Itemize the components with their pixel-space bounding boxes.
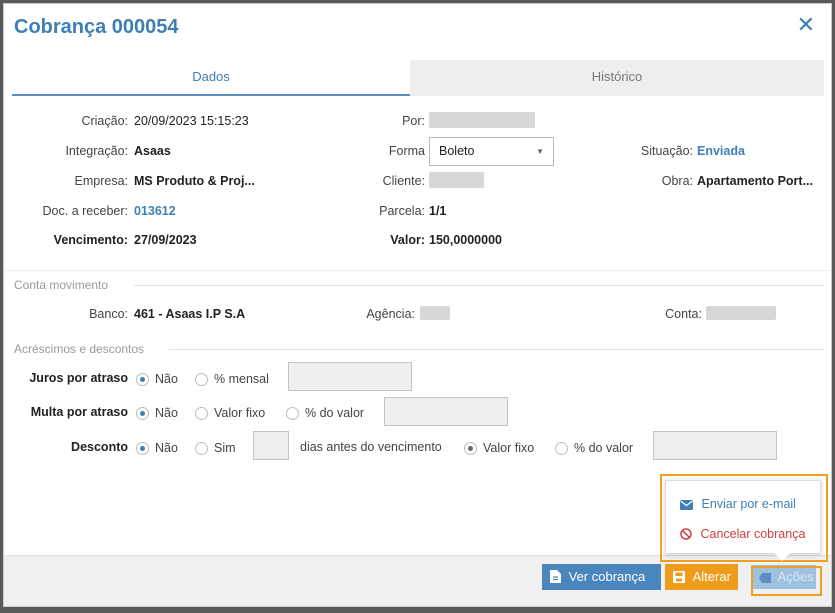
chevron-down-icon: ▼ — [536, 147, 544, 156]
ban-icon — [680, 527, 695, 541]
valor-value: 150,0000000 — [429, 233, 502, 247]
doc-receber-link[interactable]: 013612 — [134, 204, 176, 218]
dias-input[interactable] — [253, 431, 289, 460]
section-divider — [169, 349, 824, 350]
acoes-highlight-box — [751, 566, 822, 596]
desconto-label: Desconto — [71, 440, 128, 454]
integracao-label: Integração: — [65, 144, 128, 158]
enviar-email-label: Enviar por e-mail — [701, 497, 796, 511]
multa-valor-fixo-radio[interactable] — [195, 407, 208, 420]
juros-nao-radio[interactable] — [136, 373, 149, 386]
menu-item-cancelar-cobranca[interactable]: Cancelar cobrança — [680, 527, 805, 541]
agencia-label: Agência: — [366, 307, 415, 321]
envelope-icon — [680, 497, 696, 511]
juros-label: Juros por atraso — [29, 371, 128, 385]
desconto-valor-fixo-label: Valor fixo — [483, 441, 535, 455]
close-icon[interactable]: ✕ — [797, 14, 815, 36]
section-divider — [134, 285, 824, 286]
agencia-value-redacted — [420, 306, 450, 320]
empresa-label: Empresa: — [74, 174, 129, 188]
juros-mensal-radio[interactable] — [195, 373, 208, 386]
juros-input[interactable] — [288, 362, 412, 391]
multa-nao-label: Não — [155, 406, 178, 420]
desconto-valor-fixo-radio[interactable] — [464, 442, 477, 455]
acoes-dropdown-menu: Enviar por e-mail Cancelar cobrança — [665, 480, 821, 554]
por-label: Por: — [402, 114, 425, 128]
desconto-input[interactable] — [653, 431, 777, 460]
desconto-nao-radio[interactable] — [136, 442, 149, 455]
criacao-value: 20/09/2023 15:15:23 — [134, 114, 249, 128]
menu-item-enviar-email[interactable]: Enviar por e-mail — [680, 497, 796, 511]
multa-percent-radio[interactable] — [286, 407, 299, 420]
save-icon — [673, 569, 689, 584]
situacao-label: Situação: — [640, 144, 693, 158]
dias-antes-label: dias antes do vencimento — [300, 440, 442, 454]
banco-label: Banco: — [89, 307, 128, 321]
divider — [4, 270, 831, 271]
desconto-percent-label: % do valor — [574, 441, 634, 455]
acrescimos-heading: Acréscimos e descontos — [14, 342, 145, 356]
multa-valor-fixo-label: Valor fixo — [214, 406, 266, 420]
ver-cobranca-button[interactable]: Ver cobrança — [542, 564, 661, 590]
situacao-value: Enviada — [697, 144, 745, 158]
menu-pointer-arrow — [773, 552, 791, 561]
dialog-title: Cobrança 000054 — [14, 16, 179, 38]
por-value-redacted — [429, 112, 535, 128]
desconto-percent-radio[interactable] — [555, 442, 568, 455]
tab-historico[interactable]: Histórico — [410, 60, 824, 96]
valor-label: Valor: — [390, 233, 425, 247]
multa-input[interactable] — [384, 397, 508, 426]
cancelar-cobranca-label: Cancelar cobrança — [700, 527, 806, 541]
desconto-nao-label: Não — [155, 441, 178, 455]
vencimento-label: Vencimento: — [53, 233, 128, 247]
conta-value-redacted — [706, 306, 776, 320]
conta-movimento-heading: Conta movimento — [14, 278, 109, 292]
tab-bar: Dados Histórico — [12, 60, 824, 96]
banco-value: 461 - Asaas I.P S.A — [134, 307, 246, 321]
forma-label: Forma — [388, 144, 425, 158]
multa-label: Multa por atraso — [30, 405, 128, 419]
cliente-value-redacted — [429, 172, 484, 188]
obra-value: Apartamento Port... — [697, 174, 813, 188]
forma-select[interactable]: Boleto ▼ — [429, 137, 554, 166]
vencimento-value: 27/09/2023 — [134, 233, 197, 247]
juros-mensal-label: % mensal — [214, 372, 269, 386]
parcela-label: Parcela: — [379, 204, 425, 218]
multa-nao-radio[interactable] — [136, 407, 149, 420]
obra-label: Obra: — [661, 174, 693, 188]
juros-nao-label: Não — [155, 372, 178, 386]
forma-select-value: Boleto — [439, 144, 475, 158]
alterar-button[interactable]: Alterar — [665, 564, 738, 590]
criacao-label: Criação: — [81, 114, 128, 128]
cliente-label: Cliente: — [382, 174, 425, 188]
tab-dados[interactable]: Dados — [12, 60, 410, 96]
desconto-sim-radio[interactable] — [195, 442, 208, 455]
document-icon — [550, 569, 565, 584]
alterar-label: Alterar — [692, 569, 731, 584]
integracao-value: Asaas — [134, 144, 171, 158]
desconto-sim-label: Sim — [214, 441, 236, 455]
ver-cobranca-label: Ver cobrança — [568, 569, 646, 584]
conta-label: Conta: — [665, 307, 702, 321]
empresa-value: MS Produto & Proj... — [134, 174, 255, 188]
doc-receber-label: Doc. a receber: — [42, 204, 128, 218]
multa-percent-label: % do valor — [305, 406, 365, 420]
parcela-value: 1/1 — [429, 204, 447, 218]
